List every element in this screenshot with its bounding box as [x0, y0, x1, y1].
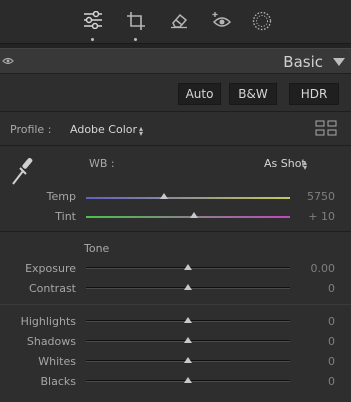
tint-slider-track[interactable] [86, 216, 290, 218]
healing-eraser-icon [171, 13, 188, 29]
temp-slider-thumb[interactable] [159, 193, 168, 199]
temp-value[interactable]: 5750 [285, 190, 335, 203]
auto-button[interactable]: Auto [178, 83, 221, 105]
section-divider [0, 145, 351, 146]
section-divider [0, 111, 351, 112]
profile-label: Profile : [10, 123, 52, 136]
shadows-slider-thumb[interactable] [184, 337, 192, 343]
highlights-value[interactable]: 0 [285, 315, 335, 328]
contrast-label: Contrast [28, 282, 76, 295]
edit-sliders-icon [84, 11, 102, 29]
section-divider [0, 304, 351, 305]
edit-tool-button[interactable] [81, 9, 105, 41]
tint-label: Tint [55, 210, 76, 223]
basic-panel-body [0, 74, 351, 402]
collapse-triangle-icon[interactable] [333, 58, 345, 66]
panel-visibility-eye-icon[interactable] [2, 57, 14, 65]
whites-slider-thumb[interactable] [184, 357, 192, 363]
crop-icon [127, 12, 145, 30]
exposure-slider-thumb[interactable] [184, 264, 192, 270]
highlights-slider-thumb[interactable] [184, 317, 192, 323]
tint-slider-thumb[interactable] [190, 212, 199, 218]
masking-tool-button[interactable] [250, 9, 274, 35]
shadows-label: Shadows [26, 335, 76, 348]
shadows-value[interactable]: 0 [285, 335, 335, 348]
bw-button[interactable]: B&W [229, 83, 277, 105]
temp-slider-track[interactable] [86, 197, 290, 199]
tool-indicator [134, 38, 137, 41]
tool-strip [0, 0, 351, 44]
panel-title: Basic [283, 53, 323, 71]
profile-browser-grid-icon[interactable] [315, 120, 337, 136]
blacks-value[interactable]: 0 [285, 375, 335, 388]
contrast-value[interactable]: 0 [285, 282, 335, 295]
blacks-label: Blacks [40, 375, 77, 388]
hdr-button[interactable]: HDR [289, 83, 339, 105]
profile-dropdown[interactable]: Adobe Color [70, 123, 137, 136]
tint-value[interactable]: + 10 [285, 210, 335, 223]
healing-tool-button[interactable] [167, 9, 191, 35]
crop-tool-button[interactable] [124, 9, 148, 41]
red-eye-icon [212, 12, 232, 27]
wb-updown-icon[interactable]: ▴ ▾ [303, 159, 307, 172]
exposure-label: Exposure [25, 262, 76, 275]
exposure-value[interactable]: 0.00 [285, 262, 336, 275]
red-eye-tool-button[interactable] [209, 9, 233, 35]
tone-section-label: Tone [84, 242, 110, 255]
wb-label: WB : [89, 157, 115, 170]
whites-label: Whites [38, 355, 76, 368]
blacks-slider-thumb[interactable] [184, 377, 192, 383]
basic-panel-header[interactable]: Basic [0, 48, 351, 74]
temp-label: Temp [46, 190, 76, 203]
section-divider [0, 231, 351, 232]
wb-dropdown[interactable]: As Shot [264, 157, 306, 170]
highlights-label: Highlights [20, 315, 76, 328]
whites-value[interactable]: 0 [285, 355, 335, 368]
active-indicator [91, 38, 94, 41]
masking-icon [252, 11, 272, 31]
contrast-slider-thumb[interactable] [184, 284, 192, 290]
white-balance-eyedropper-icon[interactable] [8, 154, 34, 188]
profile-updown-icon[interactable]: ▴ ▾ [139, 125, 143, 138]
